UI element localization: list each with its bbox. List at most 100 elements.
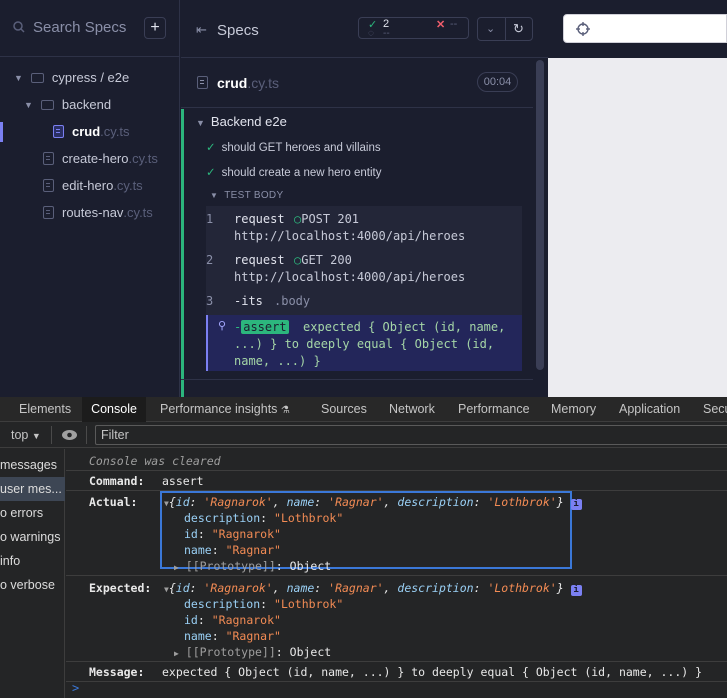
tree-folder-cypress-e2e[interactable]: ▼ cypress / e2e bbox=[0, 64, 129, 91]
tree-file-edit-hero[interactable]: edit-hero .cy.ts bbox=[0, 172, 143, 199]
suite-container: ▼ Backend e2e ✓ should GET heroes and vill… bbox=[181, 109, 533, 397]
check-icon: ✓ bbox=[206, 167, 216, 179]
specs-toggle-button[interactable]: Specs bbox=[217, 22, 259, 39]
selector-playground-button[interactable] bbox=[563, 14, 603, 43]
specs-panel: Search Specs + ▼ cypress / e2e ▼ backend… bbox=[0, 0, 180, 397]
reporter-scrollbar[interactable] bbox=[536, 60, 544, 370]
divider bbox=[505, 18, 506, 40]
tab-console[interactable]: Console bbox=[82, 397, 146, 422]
spec-search-row: Search Specs + bbox=[0, 0, 180, 57]
chevron-down-icon: ▼ bbox=[24, 99, 33, 110]
actual-object-summary[interactable]: ▼{id: 'Ragnarok', name: 'Ragnar', descri… bbox=[164, 495, 582, 510]
tab-performance[interactable]: Performance bbox=[458, 397, 530, 422]
console-sidebar: messages user mes... o errors o warnings… bbox=[0, 449, 65, 698]
expand-caret-icon: ▶ bbox=[174, 649, 179, 658]
divider bbox=[66, 470, 727, 471]
devtools-tabs: Elements Console Performance insights ⚗ … bbox=[0, 397, 727, 422]
add-spec-button[interactable]: + bbox=[144, 17, 166, 39]
pending-icon: ◌ bbox=[368, 28, 374, 39]
search-specs-input[interactable]: Search Specs bbox=[33, 19, 126, 36]
tree-folder-backend[interactable]: ▼ backend bbox=[0, 91, 111, 118]
divider bbox=[66, 575, 727, 576]
console-cleared-message: Console was cleared bbox=[89, 454, 221, 468]
sidebar-item-user-messages[interactable]: user mes... bbox=[0, 477, 65, 501]
object-property: id: "Ragnarok" bbox=[184, 613, 281, 627]
sidebar-item-verbose[interactable]: o verbose bbox=[0, 573, 65, 597]
test-stats: ✓ 2 ◌ -- ✕ -- bbox=[358, 17, 469, 39]
expected-object-summary[interactable]: ▼{id: 'Ragnarok', name: 'Ragnar', descri… bbox=[164, 581, 582, 596]
test-item[interactable]: ✓ should create a new hero entity bbox=[206, 165, 381, 179]
divider bbox=[51, 426, 52, 444]
assert-badge: assert bbox=[241, 320, 289, 334]
reporter-header: ⇤ Specs ✓ 2 ◌ -- ✕ -- ⌄ ↻ bbox=[181, 0, 548, 58]
tab-memory[interactable]: Memory bbox=[551, 397, 596, 422]
tab-sources[interactable]: Sources bbox=[321, 397, 367, 422]
specs-list-icon: ⇤ bbox=[196, 22, 207, 37]
console-output: Console was cleared Command: assert Actu… bbox=[66, 449, 727, 698]
caret-down-icon: ▼ bbox=[31, 431, 41, 441]
tab-security[interactable]: Secu bbox=[703, 397, 727, 422]
failed-count: -- bbox=[450, 18, 458, 30]
app-preview-panel bbox=[548, 0, 727, 397]
tree-item-ext: .cy.ts bbox=[123, 205, 153, 220]
tree-file-routes-nav[interactable]: routes-nav .cy.ts bbox=[0, 199, 153, 226]
flask-icon: ⚗ bbox=[280, 405, 290, 416]
tab-network[interactable]: Network bbox=[389, 397, 435, 422]
expand-caret-icon: ▶ bbox=[174, 563, 179, 572]
app-iframe[interactable] bbox=[548, 58, 727, 397]
sidebar-item-info[interactable]: info bbox=[0, 549, 65, 573]
object-property: name: "Ragnar" bbox=[184, 629, 281, 643]
sidebar-item-messages[interactable]: messages bbox=[0, 453, 65, 477]
assert-message: - assert expected { Object (id, name, ...… bbox=[234, 320, 506, 368]
divider bbox=[181, 379, 533, 380]
folder-icon bbox=[30, 72, 44, 83]
suite-title[interactable]: ▼ Backend e2e bbox=[196, 114, 287, 129]
sidebar-item-errors[interactable]: o errors bbox=[0, 501, 65, 525]
chevron-down-icon: ▼ bbox=[196, 118, 205, 128]
request-status: ○GET 200 bbox=[294, 253, 352, 267]
tab-performance-insights[interactable]: Performance insights ⚗ bbox=[160, 397, 290, 422]
chevron-down-icon[interactable]: ⌄ bbox=[486, 22, 495, 35]
object-property: id: "Ragnarok" bbox=[184, 527, 281, 541]
test-item[interactable]: ✓ should GET heroes and villains bbox=[206, 140, 381, 154]
request-status: ○POST 201 bbox=[294, 212, 360, 226]
info-icon: i bbox=[570, 499, 582, 510]
tree-item-label: crud bbox=[72, 124, 101, 139]
tree-item-ext: .cy.ts bbox=[100, 124, 130, 139]
tree-item-label: backend bbox=[61, 97, 112, 112]
console-prompt[interactable]: > bbox=[72, 681, 79, 695]
pending-count: -- bbox=[383, 28, 390, 39]
tree-file-crud[interactable]: crud .cy.ts bbox=[0, 118, 130, 145]
eye-icon[interactable] bbox=[61, 429, 78, 441]
tab-application[interactable]: Application bbox=[619, 397, 680, 422]
context-selector[interactable]: top ▼ bbox=[11, 428, 41, 442]
prototype-row[interactable]: ▶ [[Prototype]]: Object bbox=[174, 645, 331, 659]
sidebar-item-warnings[interactable]: o warnings bbox=[0, 525, 65, 549]
tree-item-ext: .cy.ts bbox=[128, 151, 158, 166]
file-icon bbox=[43, 179, 54, 192]
assert-command-row[interactable]: ⚲ - assert expected { Object (id, name, .… bbox=[206, 315, 522, 371]
command-label: Command: bbox=[89, 474, 145, 488]
reporter-panel: ⇤ Specs ✓ 2 ◌ -- ✕ -- ⌄ ↻ crud.cy.ts 00:… bbox=[181, 0, 548, 397]
divider bbox=[66, 661, 727, 662]
tree-file-create-hero[interactable]: create-hero .cy.ts bbox=[0, 145, 158, 172]
object-property: description: "Lothbrok" bbox=[184, 511, 344, 525]
folder-icon bbox=[40, 99, 54, 110]
rerun-icon[interactable]: ↻ bbox=[513, 21, 524, 37]
divider bbox=[66, 681, 727, 682]
tab-elements[interactable]: Elements bbox=[19, 397, 71, 422]
chevron-down-icon: ▼ bbox=[210, 191, 219, 200]
console-filter-input[interactable]: Filter bbox=[95, 425, 727, 445]
message-label: Message: bbox=[89, 665, 145, 679]
search-icon bbox=[13, 21, 25, 33]
tree-item-ext: .cy.ts bbox=[113, 178, 143, 193]
spec-file-name: crud.cy.ts bbox=[217, 75, 279, 91]
test-body-label: ▼ TEST BODY bbox=[210, 190, 284, 201]
prototype-row[interactable]: ▶ [[Prototype]]: Object bbox=[174, 559, 331, 573]
spec-file-header: crud.cy.ts 00:04 bbox=[181, 58, 533, 108]
tree-item-label: routes-nav bbox=[62, 205, 124, 220]
expected-label: Expected: bbox=[89, 581, 152, 595]
tree-item-label: cypress / e2e bbox=[51, 70, 130, 85]
info-icon: i bbox=[570, 585, 582, 596]
url-bar[interactable] bbox=[602, 14, 727, 43]
